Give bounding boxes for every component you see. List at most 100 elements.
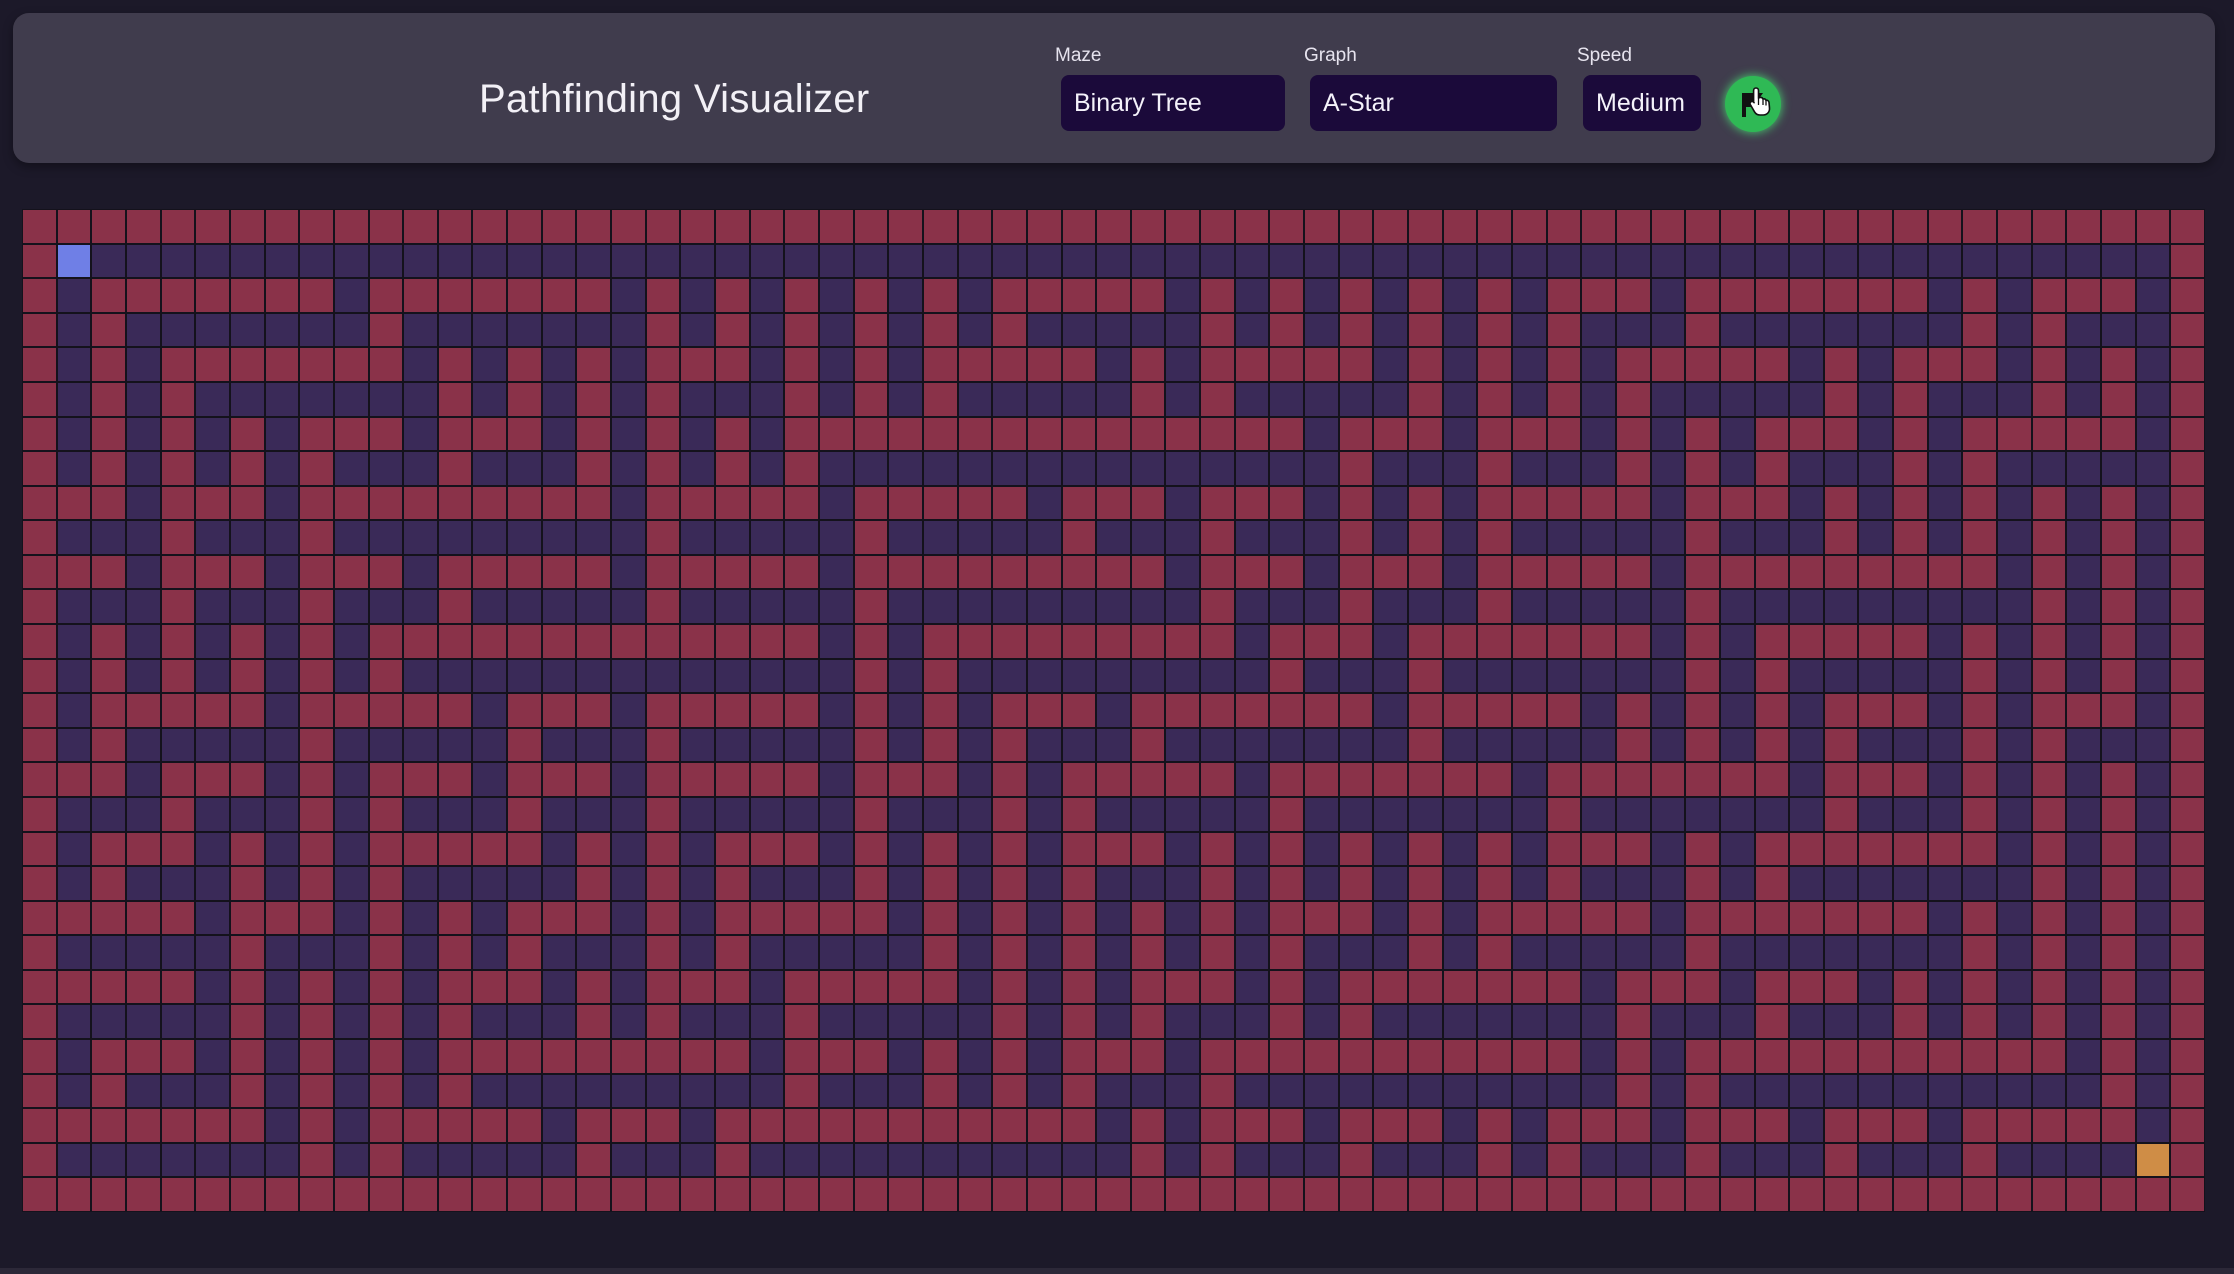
grid-cell-open[interactable]: [1027, 659, 1061, 693]
grid-cell-open[interactable]: [923, 521, 957, 554]
grid-cell-open[interactable]: [785, 1143, 818, 1177]
grid-cell-open[interactable]: [750, 1143, 784, 1177]
grid-cell-wall[interactable]: [716, 1143, 749, 1177]
grid-cell-open[interactable]: [1582, 590, 1615, 624]
grid-cell-wall[interactable]: [92, 901, 125, 935]
grid-cell-wall[interactable]: [92, 694, 125, 727]
grid-cell-wall[interactable]: [1097, 417, 1130, 451]
grid-cell-open[interactable]: [57, 417, 91, 451]
grid-cell-wall[interactable]: [1824, 279, 1858, 312]
grid-cell-wall[interactable]: [889, 1178, 922, 1211]
grid-cell-open[interactable]: [1374, 521, 1408, 554]
grid-cell-wall[interactable]: [993, 901, 1026, 935]
grid-cell-wall[interactable]: [1686, 279, 1719, 312]
grid-cell-open[interactable]: [1651, 313, 1685, 347]
grid-cell-wall[interactable]: [1790, 279, 1823, 312]
grid-cell-open[interactable]: [438, 1143, 472, 1177]
grid-cell-open[interactable]: [2067, 486, 2101, 520]
grid-cell-open[interactable]: [958, 1040, 992, 1073]
grid-cell-open[interactable]: [1235, 452, 1269, 485]
grid-cell-wall[interactable]: [92, 1074, 125, 1108]
grid-cell-wall[interactable]: [161, 210, 195, 243]
grid-cell-wall[interactable]: [265, 348, 299, 381]
grid-cell-open[interactable]: [57, 348, 91, 381]
grid-cell-open[interactable]: [404, 521, 437, 554]
grid-cell-open[interactable]: [334, 279, 368, 312]
grid-cell-wall[interactable]: [2102, 936, 2135, 969]
grid-cell-open[interactable]: [681, 1005, 715, 1039]
grid-cell-open[interactable]: [681, 832, 715, 866]
grid-cell-open[interactable]: [473, 590, 507, 624]
grid-cell-wall[interactable]: [750, 625, 784, 658]
grid-cell-open[interactable]: [57, 797, 91, 831]
grid-cell-open[interactable]: [1720, 521, 1754, 554]
grid-cell-open[interactable]: [1443, 348, 1477, 381]
grid-cell-wall[interactable]: [300, 590, 333, 624]
grid-cell-wall[interactable]: [23, 1178, 56, 1211]
grid-cell-open[interactable]: [750, 970, 784, 1004]
grid-cell-wall[interactable]: [785, 694, 818, 727]
grid-cell-open[interactable]: [1166, 867, 1200, 900]
grid-cell-open[interactable]: [1270, 1143, 1304, 1177]
grid-cell-wall[interactable]: [2102, 555, 2135, 589]
grid-cell-open[interactable]: [265, 867, 299, 900]
grid-cell-wall[interactable]: [438, 486, 472, 520]
grid-cell-wall[interactable]: [2032, 728, 2066, 762]
grid-cell-wall[interactable]: [1478, 210, 1511, 243]
grid-cell-open[interactable]: [819, 694, 853, 727]
grid-cell-wall[interactable]: [577, 1040, 611, 1073]
grid-cell-open[interactable]: [1547, 728, 1581, 762]
grid-cell-open[interactable]: [819, 279, 853, 312]
grid-cell-wall[interactable]: [1201, 1074, 1234, 1108]
grid-cell-open[interactable]: [1027, 452, 1061, 485]
grid-cell-wall[interactable]: [923, 936, 957, 969]
grid-cell-open[interactable]: [2136, 555, 2170, 589]
grid-cell-open[interactable]: [404, 901, 437, 935]
grid-cell-open[interactable]: [334, 1005, 368, 1039]
grid-cell-open[interactable]: [1131, 452, 1165, 485]
grid-cell-wall[interactable]: [23, 936, 56, 969]
grid-cell-open[interactable]: [1790, 1143, 1823, 1177]
grid-cell-wall[interactable]: [1582, 832, 1615, 866]
grid-cell-open[interactable]: [1755, 313, 1789, 347]
grid-cell-wall[interactable]: [1062, 1109, 1096, 1142]
grid-cell-open[interactable]: [1305, 832, 1338, 866]
grid-cell-wall[interactable]: [230, 1040, 264, 1073]
grid-cell-open[interactable]: [958, 694, 992, 727]
grid-cell-wall[interactable]: [542, 625, 576, 658]
grid-cell-open[interactable]: [2136, 486, 2170, 520]
grid-cell-open[interactable]: [369, 452, 403, 485]
grid-cell-open[interactable]: [1928, 417, 1962, 451]
grid-cell-wall[interactable]: [196, 210, 229, 243]
grid-cell-wall[interactable]: [646, 1040, 680, 1073]
grid-cell-wall[interactable]: [1027, 694, 1061, 727]
grid-cell-wall[interactable]: [300, 486, 333, 520]
grid-cell-wall[interactable]: [23, 417, 56, 451]
grid-cell-open[interactable]: [1339, 797, 1373, 831]
grid-cell-wall[interactable]: [300, 694, 333, 727]
grid-cell-open[interactable]: [1062, 728, 1096, 762]
grid-cell-open[interactable]: [2067, 901, 2101, 935]
grid-cell-wall[interactable]: [1478, 555, 1511, 589]
grid-cell-open[interactable]: [196, 728, 229, 762]
grid-cell-wall[interactable]: [23, 452, 56, 485]
grid-cell-open[interactable]: [1305, 521, 1338, 554]
grid-cell-open[interactable]: [1097, 867, 1130, 900]
grid-cell-open[interactable]: [819, 382, 853, 416]
grid-cell-open[interactable]: [1998, 452, 2031, 485]
grid-cell-open[interactable]: [681, 1143, 715, 1177]
grid-cell-open[interactable]: [1790, 867, 1823, 900]
grid-cell-open[interactable]: [265, 1074, 299, 1108]
grid-cell-wall[interactable]: [854, 1109, 888, 1142]
grid-cell-open[interactable]: [1478, 797, 1511, 831]
grid-cell-wall[interactable]: [993, 728, 1026, 762]
grid-cell-wall[interactable]: [2032, 313, 2066, 347]
grid-cell-wall[interactable]: [1409, 1178, 1442, 1211]
grid-cell-wall[interactable]: [1616, 279, 1650, 312]
grid-cell-wall[interactable]: [1443, 210, 1477, 243]
grid-cell-wall[interactable]: [1270, 832, 1304, 866]
grid-cell-open[interactable]: [1097, 521, 1130, 554]
grid-cell-open[interactable]: [716, 1074, 749, 1108]
grid-cell-open[interactable]: [1651, 382, 1685, 416]
grid-cell-open[interactable]: [1166, 279, 1200, 312]
